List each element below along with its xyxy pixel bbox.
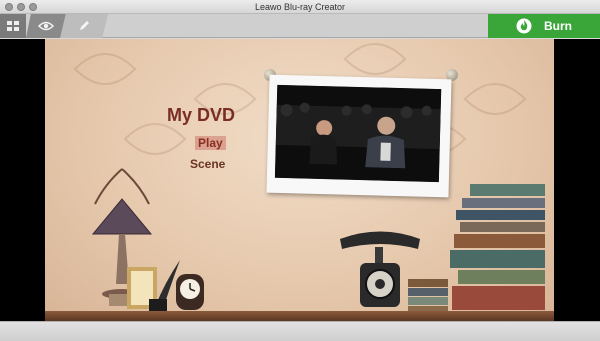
flame-icon: [516, 18, 532, 34]
menu-title: My DVD: [167, 105, 236, 125]
pencil-icon: [80, 21, 89, 30]
small-book-stack: [408, 279, 448, 312]
dvd-menu-canvas: My DVD Play Scene: [45, 39, 554, 321]
menu-scene-button[interactable]: Scene: [190, 157, 225, 171]
eye-icon: [38, 21, 54, 31]
grid-view-button[interactable]: [0, 14, 26, 38]
large-book-stack: [450, 184, 545, 311]
photo-frame: [266, 74, 452, 198]
preview-button[interactable]: [26, 14, 66, 38]
status-bar: [0, 321, 600, 341]
desk-shelf: [45, 311, 554, 321]
grid-icon: [7, 21, 19, 31]
clock-illustration: [176, 274, 204, 310]
menu-play-button[interactable]: Play: [195, 136, 226, 150]
burn-label: Burn: [544, 19, 572, 33]
window-title: Leawo Blu-ray Creator: [254, 2, 346, 12]
app-window: Leawo Blu-ray Creator Burn My DVD Play S…: [0, 0, 600, 341]
title-bar: Leawo Blu-ray Creator: [0, 0, 600, 14]
burn-button[interactable]: Burn: [488, 14, 600, 38]
menu-preview-area: My DVD Play Scene: [0, 39, 600, 321]
edit-button[interactable]: [60, 14, 108, 38]
video-thumbnail: [274, 84, 442, 183]
video-scene-image: [274, 84, 442, 183]
